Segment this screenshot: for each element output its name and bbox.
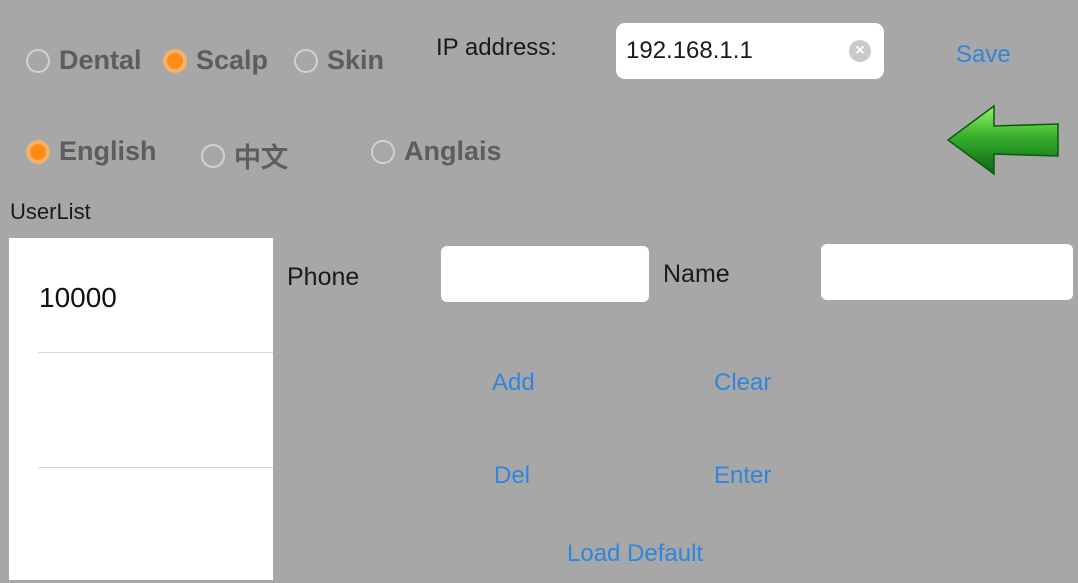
add-button[interactable]: Add [492,369,535,397]
radio-anglais-circle [371,139,395,164]
clear-circle-icon[interactable]: × [849,40,871,62]
radio-anglais[interactable]: Anglais [371,136,502,167]
radio-chinese[interactable]: 中文 [201,136,288,175]
radio-dental-label: Dental [59,45,142,75]
radio-skin-label: Skin [327,45,385,75]
radio-english[interactable]: English [26,136,157,167]
ip-address-label: IP address: [436,34,557,61]
ip-address-value[interactable]: 192.168.1.1 [626,37,753,65]
enter-button[interactable]: Enter [714,462,771,490]
save-button[interactable]: Save [956,41,1011,69]
radio-dental-circle [26,48,50,73]
ip-address-field[interactable]: 192.168.1.1 × [616,23,884,79]
user-list[interactable]: 10000 [9,238,273,580]
radio-chinese-label: 中文 [234,143,288,173]
load-default-button[interactable]: Load Default [567,540,703,568]
name-input[interactable] [821,244,1073,300]
name-label: Name [663,260,730,288]
radio-english-label: English [59,136,157,166]
radio-scalp-circle [163,48,187,73]
list-item[interactable] [9,353,273,468]
radio-dental[interactable]: Dental [26,45,142,76]
del-button[interactable]: Del [494,462,530,490]
back-button[interactable] [946,104,1062,176]
userlist-title: UserList [10,199,91,224]
clear-button[interactable]: Clear [714,369,771,397]
radio-anglais-label: Anglais [404,136,502,166]
radio-chinese-circle [201,143,225,168]
radio-skin[interactable]: Skin [294,45,384,76]
radio-scalp[interactable]: Scalp [163,45,268,76]
user-id: 10000 [39,282,117,313]
phone-input[interactable] [441,246,649,302]
radio-skin-circle [294,48,318,73]
radio-scalp-label: Scalp [196,45,269,75]
list-item[interactable] [9,468,273,583]
radio-english-circle [26,139,50,164]
list-item[interactable]: 10000 [9,238,273,353]
phone-label: Phone [287,263,360,291]
green-left-arrow-icon [946,104,1059,176]
